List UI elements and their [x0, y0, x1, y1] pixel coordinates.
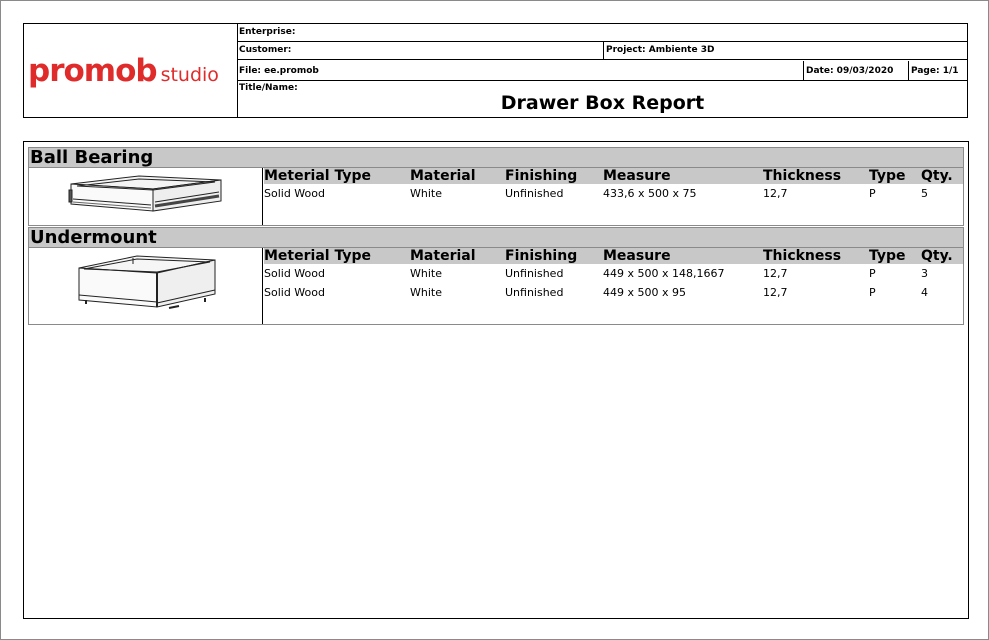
cell-measure: 433,6 x 500 x 75	[603, 187, 697, 200]
cell-finishing: Unfinished	[505, 267, 564, 280]
report-content: Ball Bearing Meterial Type Material Fini…	[23, 141, 969, 619]
col-meterial-type: Meterial Type	[264, 168, 371, 184]
cell-type: P	[869, 286, 876, 299]
col-type: Type	[869, 168, 906, 184]
customer-row: Customer: Project: Ambiente 3D	[237, 42, 968, 60]
cell-qty: 4	[921, 286, 928, 299]
group-title-ball-bearing: Ball Bearing	[28, 147, 964, 168]
title-row: Title/Name: Drawer Box Report	[237, 81, 968, 117]
cell-measure: 449 x 500 x 95	[603, 286, 686, 299]
project-label: Project: Ambiente 3D	[603, 42, 968, 60]
report-title: Drawer Box Report	[500, 92, 705, 114]
cell-material: White	[410, 286, 442, 299]
col-qty: Qty.	[921, 168, 953, 184]
col-type: Type	[869, 248, 906, 264]
col-thickness: Thickness	[763, 248, 842, 264]
enterprise-row: Enterprise:	[237, 24, 968, 42]
col-finishing: Finishing	[505, 248, 578, 264]
col-material: Material	[410, 168, 476, 184]
cell-meterial-type: Solid Wood	[264, 286, 325, 299]
logo-suffix: studio	[160, 64, 219, 86]
date-label: Date: 09/03/2020	[803, 61, 908, 81]
cell-type: P	[869, 187, 876, 200]
page-label: Page: 1/1	[908, 61, 968, 81]
group-title-undermount: Undermount	[28, 227, 964, 248]
cell-thickness: 12,7	[763, 286, 788, 299]
file-row: File: ee.promob Date: 09/03/2020 Page: 1…	[237, 61, 968, 81]
col-measure: Measure	[603, 168, 671, 184]
drawer-box-ball-bearing-icon	[29, 168, 263, 225]
customer-label: Customer:	[239, 45, 292, 55]
col-material: Material	[410, 248, 476, 264]
cell-finishing: Unfinished	[505, 187, 564, 200]
col-measure: Measure	[603, 248, 671, 264]
col-thickness: Thickness	[763, 168, 842, 184]
table-header: Meterial Type Material Finishing Measure…	[264, 248, 963, 264]
col-finishing: Finishing	[505, 168, 578, 184]
table-header: Meterial Type Material Finishing Measure…	[264, 168, 963, 184]
report-header: promob studio Enterprise: Customer: Proje…	[23, 23, 968, 118]
cell-finishing: Unfinished	[505, 286, 564, 299]
cell-qty: 3	[921, 267, 928, 280]
cell-type: P	[869, 267, 876, 280]
cell-meterial-type: Solid Wood	[264, 267, 325, 280]
group-body-ball-bearing: Meterial Type Material Finishing Measure…	[28, 168, 964, 226]
group-body-undermount: Meterial Type Material Finishing Measure…	[28, 248, 964, 325]
promob-studio-logo: promob studio	[28, 53, 219, 89]
cell-qty: 5	[921, 187, 928, 200]
col-meterial-type: Meterial Type	[264, 248, 371, 264]
col-qty: Qty.	[921, 248, 953, 264]
cell-thickness: 12,7	[763, 267, 788, 280]
enterprise-label: Enterprise:	[239, 27, 296, 37]
logo-cell: promob studio	[24, 24, 238, 117]
cell-meterial-type: Solid Wood	[264, 187, 325, 200]
cell-thickness: 12,7	[763, 187, 788, 200]
drawer-box-undermount-icon	[29, 248, 263, 324]
logo-brand: promob	[28, 53, 158, 89]
cell-measure: 449 x 500 x 148,1667	[603, 267, 725, 280]
cell-material: White	[410, 187, 442, 200]
cell-material: White	[410, 267, 442, 280]
file-label: File: ee.promob	[239, 66, 319, 76]
